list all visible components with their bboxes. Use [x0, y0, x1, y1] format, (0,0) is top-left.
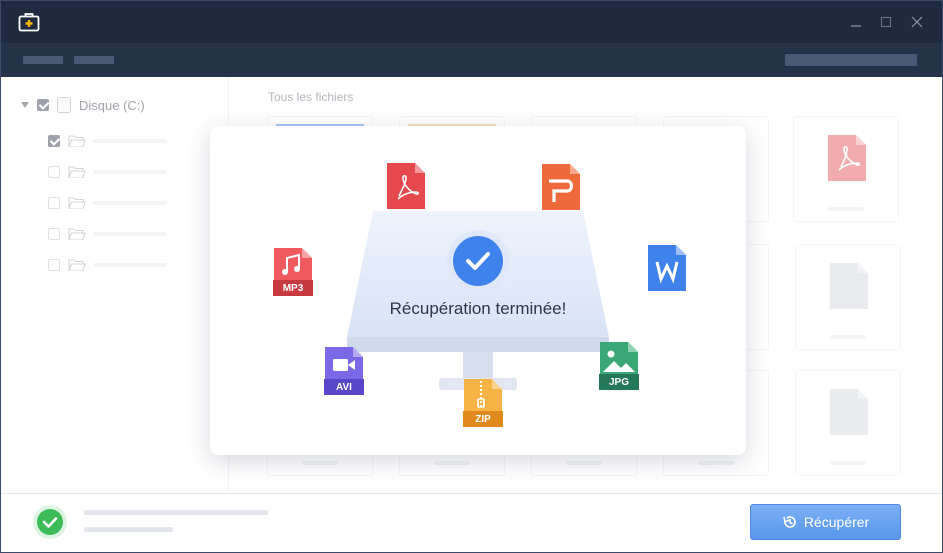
status-bar: Récupérer — [1, 493, 942, 552]
disk-icon — [57, 97, 71, 113]
folder-checkbox[interactable] — [48, 166, 60, 178]
file-name-placeholder — [828, 207, 864, 211]
folder-icon — [68, 166, 86, 179]
file-card[interactable] — [793, 116, 899, 222]
folder-checkbox[interactable] — [48, 259, 60, 271]
toolbar-placeholder — [23, 56, 63, 64]
completion-message: Récupération terminée! — [389, 299, 567, 318]
tree-item-folder[interactable] — [48, 257, 167, 273]
history-icon — [783, 516, 796, 528]
word-icon — [648, 245, 686, 291]
expand-caret-icon[interactable] — [21, 102, 29, 108]
drive-label: Disque (C:) — [79, 97, 145, 113]
first-aid-kit-icon — [18, 13, 40, 32]
folder-checkbox[interactable] — [48, 135, 60, 147]
folder-icon — [68, 197, 86, 210]
file-card[interactable] — [795, 370, 901, 476]
file-name-placeholder — [566, 461, 602, 465]
jpg-label: JPG — [608, 377, 629, 388]
sidebar-tree: Disque (C:) — [1, 77, 229, 493]
file-name-placeholder — [830, 461, 866, 465]
folder-checkbox[interactable] — [48, 197, 60, 209]
tree-item-folder[interactable] — [48, 226, 167, 242]
title-bar — [1, 1, 942, 43]
folder-name-placeholder — [93, 139, 167, 143]
tree-item-folder[interactable] — [48, 195, 167, 211]
file-name-placeholder — [698, 461, 734, 465]
folder-name-placeholder — [93, 232, 167, 236]
check-circle-icon — [33, 505, 67, 539]
powerpoint-icon — [542, 164, 580, 210]
folder-name-placeholder — [93, 170, 167, 174]
section-title: Tous les fichiers — [268, 90, 354, 104]
toolbar-placeholder — [74, 56, 114, 64]
recover-button[interactable]: Récupérer — [750, 504, 901, 540]
check-circle-icon — [447, 230, 509, 292]
pdf-icon — [828, 135, 866, 181]
zip-label: ZIP — [475, 414, 491, 425]
status-subtext-placeholder — [84, 527, 173, 532]
file-name-placeholder — [830, 335, 866, 339]
file-card[interactable] — [795, 244, 901, 350]
close-icon[interactable] — [908, 13, 926, 31]
avi-label: AVI — [336, 382, 352, 393]
folder-icon — [68, 259, 86, 272]
folder-name-placeholder — [93, 201, 167, 205]
recover-button-label: Récupérer — [803, 514, 870, 530]
folder-icon — [68, 135, 86, 148]
file-name-placeholder — [302, 461, 338, 465]
drive-checkbox[interactable] — [37, 99, 49, 111]
minimize-icon[interactable] — [847, 13, 865, 31]
maximize-icon[interactable] — [877, 13, 895, 31]
folder-checkbox[interactable] — [48, 228, 60, 240]
document-icon — [830, 263, 868, 309]
mp3-label: MP3 — [282, 283, 304, 294]
file-name-placeholder — [434, 461, 470, 465]
pdf-icon — [387, 163, 425, 209]
folder-name-placeholder — [93, 263, 167, 267]
tree-item-folder[interactable] — [48, 164, 167, 180]
app-window: Disque (C:) Tous les fichiers Récupérati… — [0, 0, 943, 553]
tree-item-folder[interactable] — [48, 133, 167, 149]
recovery-complete-dialog: Récupération terminée! MP3 AVI ZIP JPG — [210, 126, 746, 455]
folder-icon — [68, 228, 86, 241]
document-icon — [830, 389, 868, 435]
toolbar — [1, 43, 942, 77]
search-placeholder — [785, 54, 917, 66]
status-text-placeholder — [84, 510, 268, 515]
tree-root-drive[interactable]: Disque (C:) — [21, 96, 145, 114]
